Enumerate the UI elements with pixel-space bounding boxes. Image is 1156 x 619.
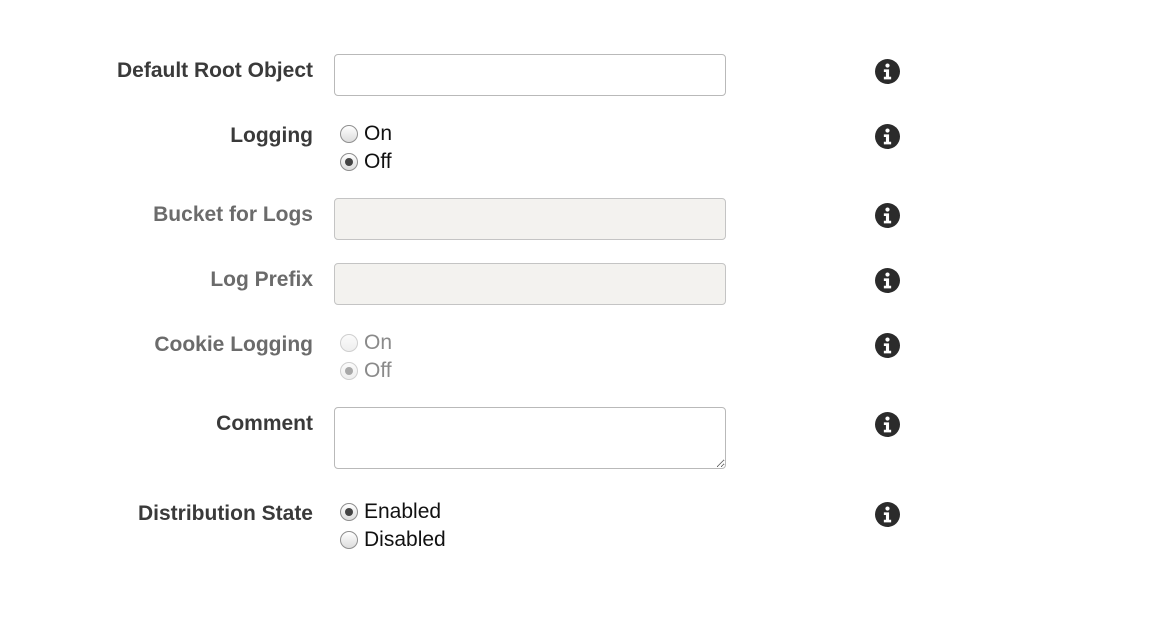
cookie-logging-on-label[interactable]: On — [364, 331, 392, 355]
info-icon[interactable] — [875, 59, 900, 84]
distribution-state-disabled-radio[interactable] — [340, 531, 358, 549]
cookie-logging-off-label[interactable]: Off — [364, 359, 392, 383]
default-root-object-label: Default Root Object — [116, 59, 313, 82]
distribution-state-enabled-radio[interactable] — [340, 503, 358, 521]
cookie-logging-off-radio[interactable] — [340, 362, 358, 380]
logging-label: Logging — [230, 124, 313, 147]
logging-on-radio[interactable] — [340, 125, 358, 143]
distribution-state-option-enabled[interactable]: Enabled — [340, 498, 446, 526]
info-icon[interactable] — [875, 502, 900, 527]
logging-radio-group: On Off — [340, 120, 392, 176]
info-icon[interactable] — [875, 203, 900, 228]
comment-label: Comment — [216, 412, 313, 435]
distribution-state-enabled-label[interactable]: Enabled — [364, 500, 441, 524]
distribution-state-radio-group: Enabled Disabled — [340, 498, 446, 554]
logging-off-label[interactable]: Off — [364, 150, 392, 174]
log-prefix-label: Log Prefix — [210, 268, 313, 291]
logging-option-off[interactable]: Off — [340, 148, 392, 176]
bucket-for-logs-label: Bucket for Logs — [153, 203, 313, 226]
info-icon[interactable] — [875, 333, 900, 358]
info-icon[interactable] — [875, 412, 900, 437]
bucket-for-logs-input[interactable] — [334, 198, 726, 240]
distribution-state-disabled-label[interactable]: Disabled — [364, 528, 446, 552]
info-icon[interactable] — [875, 124, 900, 149]
log-prefix-input[interactable] — [334, 263, 726, 305]
logging-on-label[interactable]: On — [364, 122, 392, 146]
distribution-state-label: Distribution State — [137, 502, 313, 525]
cookie-logging-label: Cookie Logging — [154, 333, 313, 356]
cookie-logging-radio-group: On Off — [340, 329, 392, 385]
logging-option-on[interactable]: On — [340, 120, 392, 148]
default-root-object-input[interactable] — [334, 54, 726, 96]
logging-off-radio[interactable] — [340, 153, 358, 171]
cookie-logging-option-on[interactable]: On — [340, 329, 392, 357]
cookie-logging-on-radio[interactable] — [340, 334, 358, 352]
cookie-logging-option-off[interactable]: Off — [340, 357, 392, 385]
distribution-state-option-disabled[interactable]: Disabled — [340, 526, 446, 554]
comment-textarea[interactable] — [334, 407, 726, 469]
info-icon[interactable] — [875, 268, 900, 293]
